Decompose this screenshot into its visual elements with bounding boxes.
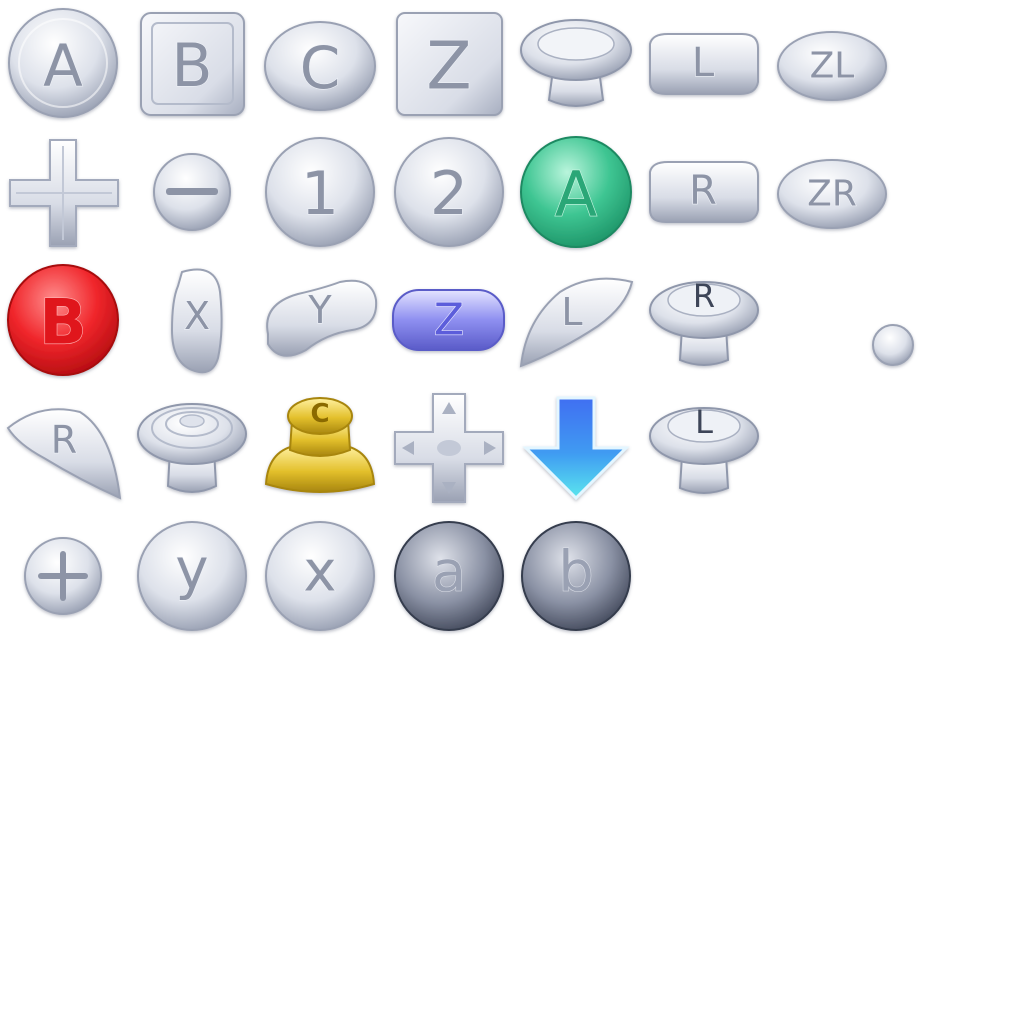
- dpad-arrows-icon: [394, 393, 504, 503]
- y-lowercase-button-icon: y: [137, 521, 247, 631]
- r-stick-label: R: [693, 277, 715, 315]
- r-shoulder-label: R: [689, 168, 717, 214]
- control-stick-icon: [137, 403, 247, 493]
- b-red-button-icon: B: [7, 264, 119, 376]
- a-button-icon: A: [8, 8, 118, 118]
- y-lowercase-label: y: [175, 538, 208, 603]
- zr-button-icon: ZR: [777, 159, 887, 229]
- thumbstick-plain-icon: [520, 19, 632, 107]
- b-dark-label: b: [558, 540, 594, 605]
- x-lowercase-label: x: [303, 540, 336, 605]
- b-dark-button-icon: b: [521, 521, 631, 631]
- zr-label: ZR: [807, 174, 857, 215]
- l-trigger-label: L: [561, 290, 582, 334]
- a-button-label: A: [43, 32, 83, 100]
- l-trigger-icon: L: [519, 277, 634, 368]
- down-arrow-icon: [522, 396, 630, 501]
- button-icon-sheet: A B C Z L ZL 1 2 A R ZR B X Y Z L R R C …: [6, 8, 914, 631]
- y-kidney-label: Y: [307, 288, 332, 332]
- z-square-label: Z: [426, 28, 471, 105]
- plus-button-icon: [24, 537, 102, 615]
- x-kidney-button-icon: X: [170, 268, 223, 374]
- a-dark-button-icon: a: [394, 521, 504, 631]
- a-green-button-icon: A: [520, 136, 632, 248]
- x-lowercase-button-icon: x: [265, 521, 375, 631]
- y-kidney-button-icon: Y: [266, 279, 378, 357]
- one-button-icon: 1: [265, 137, 375, 247]
- two-button-icon: 2: [394, 137, 504, 247]
- dpad-icon: [9, 139, 119, 247]
- zl-button-icon: ZL: [777, 31, 887, 101]
- l-stick-label: L: [695, 403, 713, 441]
- x-kidney-label: X: [184, 294, 210, 338]
- l-shoulder-label: L: [692, 40, 715, 86]
- c-stick-yellow-icon: C: [264, 397, 376, 493]
- small-dot-icon: [872, 324, 914, 366]
- b-square-button-icon: B: [140, 12, 245, 116]
- a-dark-label: a: [432, 540, 466, 605]
- b-red-label: B: [39, 286, 86, 359]
- z-violet-button-icon: Z: [392, 289, 505, 351]
- c-oval-button-icon: C: [264, 21, 376, 111]
- zl-label: ZL: [810, 46, 855, 87]
- l-shoulder-button-icon: L: [649, 33, 759, 95]
- r-trigger-icon: R: [6, 408, 122, 500]
- z-square-button-icon: Z: [396, 12, 503, 116]
- z-violet-label: Z: [434, 295, 464, 346]
- l-stick-icon: L: [649, 403, 759, 494]
- two-button-label: 2: [430, 159, 468, 229]
- r-trigger-label: R: [51, 418, 77, 462]
- c-stick-label: C: [310, 399, 329, 429]
- r-shoulder-button-icon: R: [649, 161, 759, 223]
- a-green-label: A: [555, 158, 597, 231]
- r-stick-icon: R: [649, 277, 759, 366]
- one-button-label: 1: [301, 159, 339, 229]
- minus-button-icon: [153, 153, 231, 231]
- c-oval-label: C: [300, 34, 341, 102]
- b-square-label: B: [171, 31, 212, 101]
